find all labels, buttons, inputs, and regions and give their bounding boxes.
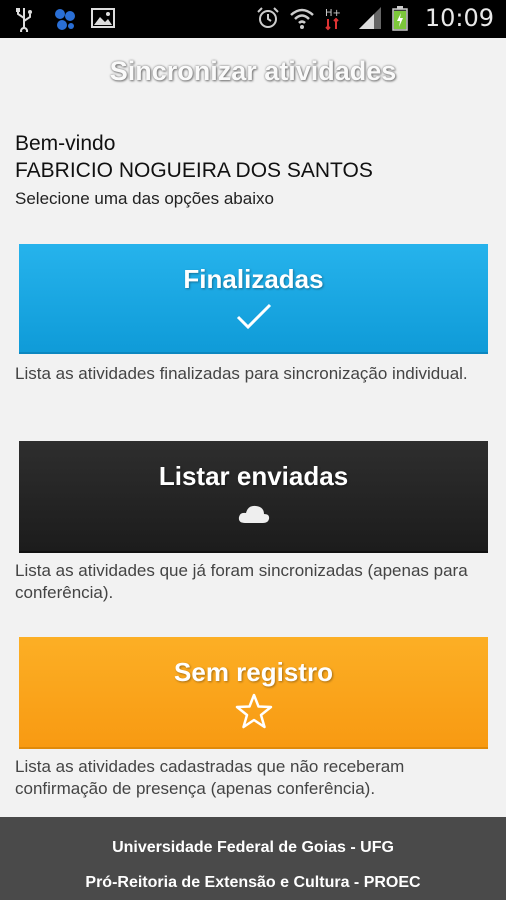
finalizadas-button[interactable]: Finalizadas	[19, 244, 488, 354]
listar-enviadas-button-label: Listar enviadas	[158, 461, 349, 491]
battery-charging-icon	[391, 5, 415, 31]
sem-registro-button[interactable]: Sem registro	[19, 637, 488, 749]
signal-bars-icon	[357, 5, 381, 31]
finalizadas-button-label: Finalizadas	[183, 264, 324, 294]
status-bar: H+ 10:09	[0, 0, 506, 38]
usb-icon	[14, 6, 38, 35]
footer-university: Universidade Federal de Goias - UFG	[112, 839, 394, 856]
alarm-icon	[255, 5, 279, 31]
welcome-section: Bem-vindo FABRICIO NOGUEIRA DOS SANTOS S…	[15, 130, 373, 214]
listar-enviadas-button[interactable]: Listar enviadas	[19, 441, 488, 553]
finalizadas-description: Lista as atividades finalizadas para sin…	[15, 364, 468, 383]
instruction-text: Selecione uma das opções abaixo	[15, 189, 274, 208]
listar-enviadas-description: Lista as atividades que já foram sincron…	[15, 561, 468, 602]
svg-text:H+: H+	[325, 8, 341, 19]
checkmark-icon	[235, 302, 273, 337]
user-name: FABRICIO NOGUEIRA DOS SANTOS	[15, 159, 373, 182]
footer-department: Pró-Reitoria de Extensão e Cultura - PRO…	[85, 874, 421, 891]
footer: Universidade Federal de Goias - UFG Pró-…	[0, 817, 506, 900]
page-title: Sincronizar atividades	[109, 56, 397, 86]
sem-registro-button-label: Sem registro	[174, 657, 333, 687]
image-icon	[90, 6, 115, 32]
cloud-icon	[237, 503, 271, 530]
sem-registro-description: Lista as atividades cadastradas que não …	[15, 757, 405, 798]
status-clock: 10:09	[424, 4, 494, 32]
app-header: Sincronizar atividades	[0, 38, 506, 104]
app-notification-icon	[52, 6, 76, 32]
hplus-signal-icon: H+	[323, 5, 347, 31]
welcome-greeting: Bem-vindo	[15, 132, 116, 155]
wifi-icon	[289, 5, 314, 31]
star-icon	[235, 693, 273, 734]
